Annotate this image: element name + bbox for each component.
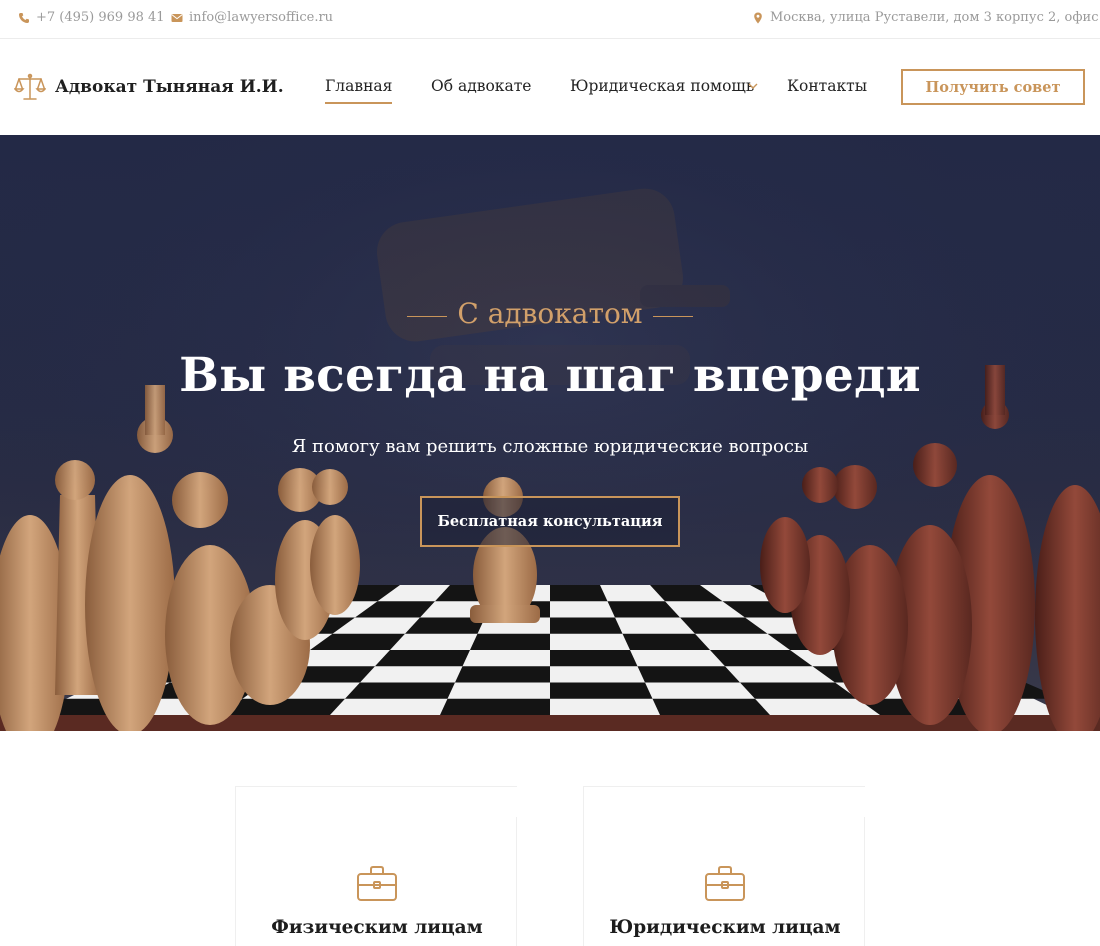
nav-item-contacts[interactable]: Контакты: [787, 77, 867, 95]
briefcase-icon: [357, 866, 397, 901]
get-advice-button[interactable]: Получить совет: [901, 69, 1085, 105]
nav-item-about[interactable]: Об адвокате: [431, 77, 532, 95]
service-title: Физическим лицам: [271, 917, 483, 938]
hero-subtitle: Я помогу вам решить сложные юридические …: [291, 436, 809, 457]
office-address: Москва, улица Руставели, дом 3 корпус 2,…: [770, 10, 1100, 25]
chevron-down-icon[interactable]: [748, 82, 758, 90]
top-info-bar: +7 (495) 969 98 41 info@lawyersoffice.ru…: [0, 0, 1100, 39]
hero-banner: С адвокатом Вы всегда на шаг впереди Я п…: [0, 135, 1100, 731]
hero-title: Вы всегда на шаг впереди: [179, 348, 921, 403]
phone-icon: [19, 12, 29, 23]
eyebrow-line-right: [653, 316, 693, 317]
logo-text: Адвокат Тыняная И.И.: [55, 77, 284, 97]
site-header: Адвокат Тыняная И.И. Главная Об адвокате…: [0, 39, 1100, 135]
phone-contact[interactable]: +7 (495) 969 98 41: [18, 10, 165, 25]
email-address: info@lawyersoffice.ru: [189, 10, 334, 25]
service-title: Юридическим лицам: [609, 917, 841, 938]
map-pin-icon: [754, 12, 762, 23]
address-contact: Москва, улица Руставели, дом 3 корпус 2,…: [752, 10, 1100, 25]
briefcase-icon: [705, 866, 745, 901]
service-card-individuals[interactable]: Физическим лицам: [235, 786, 517, 946]
phone-number: +7 (495) 969 98 41: [36, 10, 165, 25]
hero-eyebrow: С адвокатом: [457, 297, 643, 330]
scales-of-justice-icon: [14, 73, 46, 100]
chess-background-image: [0, 135, 1100, 731]
email-contact[interactable]: info@lawyersoffice.ru: [171, 10, 333, 25]
nav-item-legal-help[interactable]: Юридическая помощь: [570, 77, 754, 95]
site-logo[interactable]: Адвокат Тыняная И.И.: [14, 71, 284, 103]
nav-item-home[interactable]: Главная: [325, 77, 393, 104]
service-card-companies[interactable]: Юридическим лицам: [583, 786, 865, 946]
envelope-icon: [171, 13, 183, 22]
free-consultation-button[interactable]: Бесплатная консультация: [420, 496, 680, 547]
